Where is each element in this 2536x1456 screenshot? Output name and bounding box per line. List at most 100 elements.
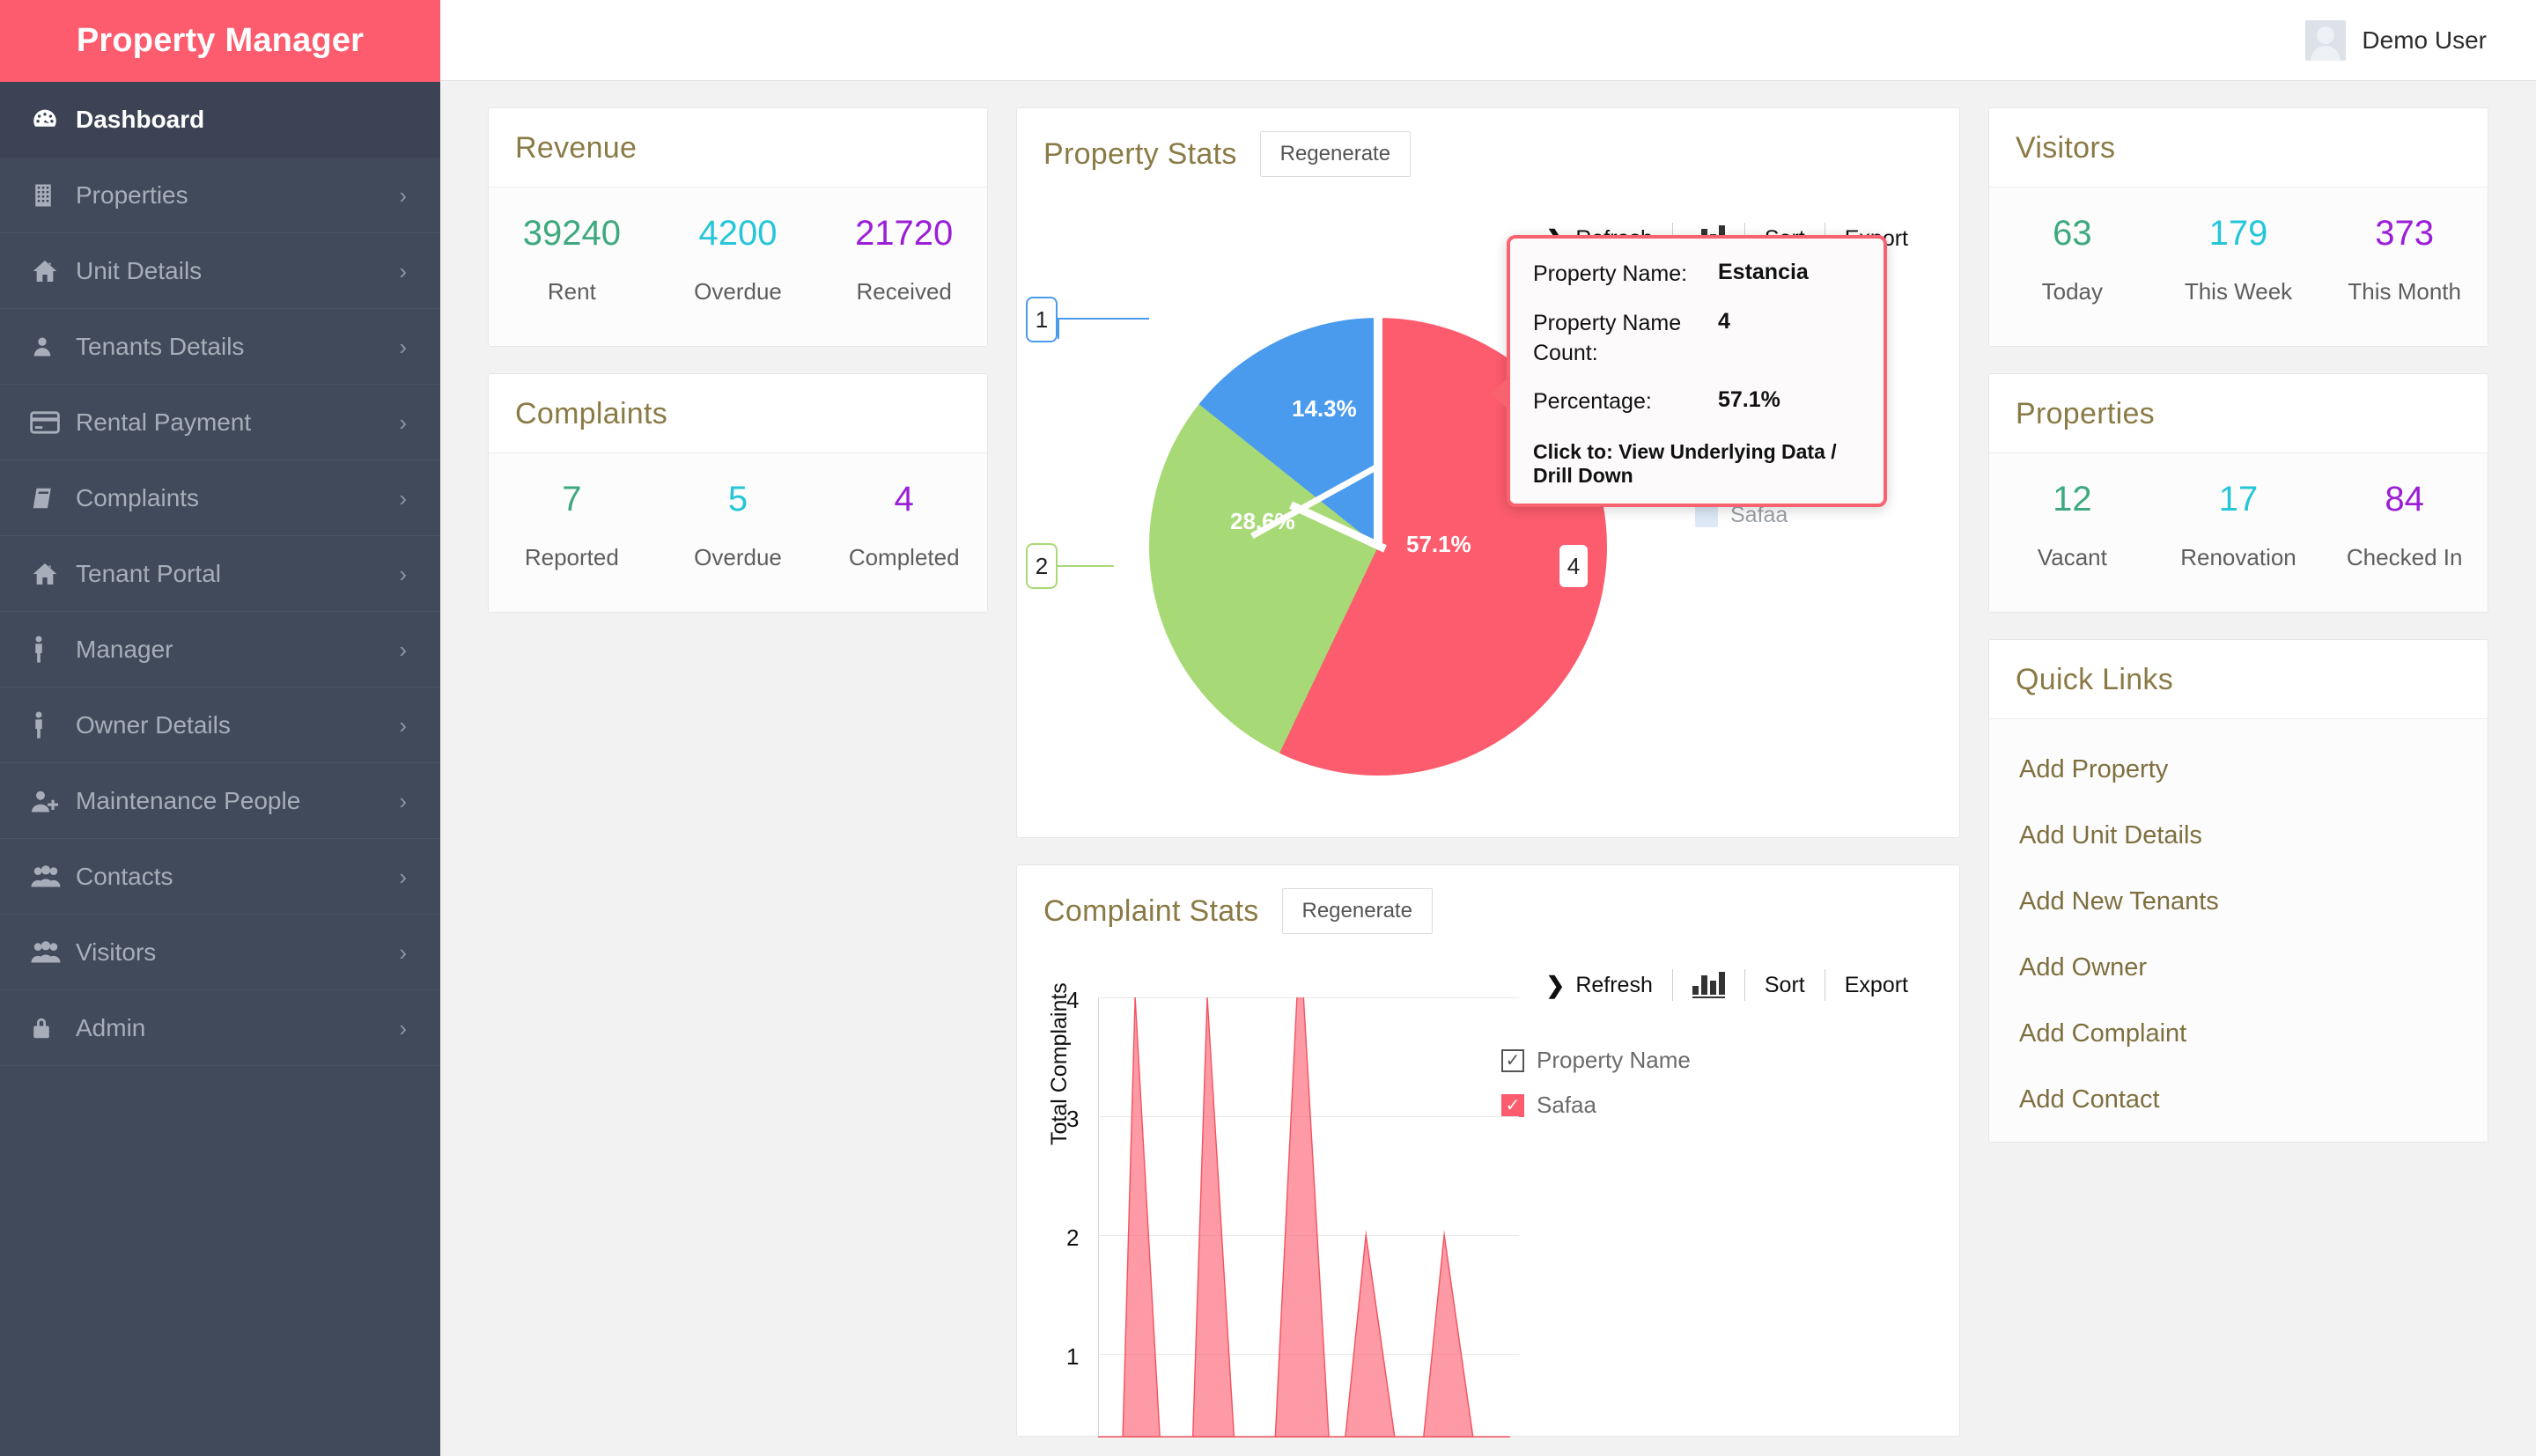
refresh-label: Refresh [1575,973,1653,998]
revenue-card: Revenue 39240 Rent 4200 Overdue [488,107,988,347]
properties-title: Properties [2016,397,2155,431]
home-icon [30,560,76,588]
visitors-stat-week: 179 This Week [2156,214,2322,305]
properties-vacant-label: Vacant [1989,544,2156,571]
tooltip-value: Estancia [1718,260,1809,290]
sidebar-item-properties[interactable]: Properties › [0,158,440,233]
properties-stat-vacant: 12 Vacant [1989,480,2156,571]
y-tick-4: 4 [1066,987,1079,1014]
sidebar-item-label: Visitors [76,938,399,967]
chevron-right-icon: ❯ [1546,972,1566,999]
sort-button[interactable]: Sort [1745,973,1825,998]
complaints-completed-value: 4 [821,480,987,519]
revenue-rent-value: 39240 [489,214,655,254]
sidebar-item-label: Unit Details [76,257,399,285]
sidebar-item-complaints[interactable]: Complaints › [0,460,440,536]
visitors-month-value: 373 [2321,214,2488,254]
property-stats-regenerate-button[interactable]: Regenerate [1260,131,1411,177]
callout-leader-line [1058,318,1149,339]
brand-title: Property Manager [0,0,440,82]
visitors-week-value: 179 [2156,214,2322,254]
property-stats-card: Property Stats Regenerate ❯ Refresh [1016,107,1960,838]
revenue-card-body: 39240 Rent 4200 Overdue 21720 Received [489,188,987,346]
user-menu[interactable]: Demo User [2305,20,2487,61]
quick-links-body: Add Property Add Unit Details Add New Te… [1989,719,2488,1142]
tooltip-row-property-name: Property Name: Estancia [1533,260,1861,290]
quick-link-add-new-tenants[interactable]: Add New Tenants [1989,869,2488,935]
y-tick-3: 3 [1066,1106,1079,1133]
callout-leader-line [1058,565,1114,567]
chart-type-button[interactable] [1673,972,1744,998]
quick-link-add-unit-details[interactable]: Add Unit Details [1989,803,2488,869]
users-icon [30,864,76,889]
book-icon [30,485,76,511]
legend-item[interactable]: ✓ Property Name [1501,1047,1721,1074]
quick-link-add-property[interactable]: Add Property [1989,737,2488,803]
quick-links-header: Quick Links [1989,640,2488,719]
sidebar-item-dashboard[interactable]: Dashboard [0,82,440,158]
sidebar-item-contacts[interactable]: Contacts › [0,839,440,915]
sidebar-item-unit-details[interactable]: Unit Details › [0,233,440,309]
property-stats-chart: ❯ Refresh [1017,186,1959,837]
complaints-reported-label: Reported [489,544,655,571]
legend-color-swatch [1695,504,1718,527]
refresh-button[interactable]: ❯ Refresh [1527,972,1672,999]
pie-callout-4: 4 [1558,543,1589,589]
legend-item[interactable]: ✓ Safaa [1501,1092,1721,1119]
export-button[interactable]: Export [1825,973,1928,998]
chevron-right-icon: › [399,865,407,888]
sidebar-item-label: Tenants Details [76,333,399,361]
y-tick-2: 2 [1066,1224,1079,1252]
pie-tooltip: Property Name: Estancia Property Name Co… [1507,235,1887,507]
complaint-stats-regenerate-button[interactable]: Regenerate [1282,888,1433,934]
sidebar-item-manager[interactable]: Manager › [0,612,440,688]
sidebar-item-label: Admin [76,1014,399,1042]
visitors-stat-today: 63 Today [1989,214,2156,305]
home-icon [30,257,76,285]
sidebar-item-visitors[interactable]: Visitors › [0,915,440,990]
sidebar-item-label: Complaints [76,484,399,512]
properties-checkedin-value: 84 [2321,480,2488,519]
revenue-stat-received: 21720 Received [821,214,987,305]
chevron-right-icon: › [399,335,407,358]
visitors-today-label: Today [1989,278,2156,305]
visitors-month-label: This Month [2321,278,2488,305]
tooltip-row-count: Property Name Count: 4 [1533,309,1861,369]
revenue-received-label: Received [821,278,987,305]
visitors-card-body: 63 Today 179 This Week 373 This Month [1989,188,2488,346]
sidebar-item-tenants-details[interactable]: Tenants Details › [0,309,440,385]
bar-chart-icon [1692,972,1725,998]
tooltip-row-percentage: Percentage: 57.1% [1533,387,1861,417]
quick-link-add-owner[interactable]: Add Owner [1989,935,2488,1001]
sidebar-item-label: Tenant Portal [76,560,399,588]
sidebar-item-maintenance-people[interactable]: Maintenance People › [0,763,440,839]
chevron-right-icon: › [399,487,407,510]
complaints-overdue-label: Overdue [655,544,822,571]
legend-item-label: Safaa [1537,1092,1596,1119]
pie-callout-2: 2 [1026,543,1058,589]
visitors-card: Visitors 63 Today 179 This Week [1988,107,2488,347]
user-plus-icon [30,788,76,814]
area-legend: ✓ Property Name ✓ Safaa [1501,1047,1721,1136]
complaints-stat-completed: 4 Completed [821,480,987,571]
chevron-right-icon: › [399,184,407,207]
properties-checkedin-label: Checked In [2321,544,2488,571]
sidebar-item-admin[interactable]: Admin › [0,990,440,1066]
sidebar-item-label: Dashboard [76,106,407,134]
sidebar-item-label: Properties [76,181,399,210]
complaints-card: Complaints 7 Reported 5 Overdue [488,373,988,613]
credit-card-icon [30,410,76,435]
complaints-card-body: 7 Reported 5 Overdue 4 Completed [489,453,987,612]
sidebar-item-rental-payment[interactable]: Rental Payment › [0,385,440,460]
quick-link-add-complaint[interactable]: Add Complaint [1989,1001,2488,1067]
quick-link-add-contact[interactable]: Add Contact [1989,1067,2488,1133]
revenue-stat-rent: 39240 Rent [489,214,655,305]
complaint-stats-header: Complaint Stats Regenerate [1017,865,1959,943]
slice-separator [1374,318,1382,547]
sidebar-item-tenant-portal[interactable]: Tenant Portal › [0,536,440,612]
legend-item-label: Property Name [1537,1047,1691,1074]
middle-column: Property Stats Regenerate ❯ Refresh [1016,107,1960,1437]
area-series-safaa[interactable] [1098,997,1510,1438]
main-area: Demo User Revenue 39240 [440,0,2536,1456]
sidebar-item-owner-details[interactable]: Owner Details › [0,688,440,763]
